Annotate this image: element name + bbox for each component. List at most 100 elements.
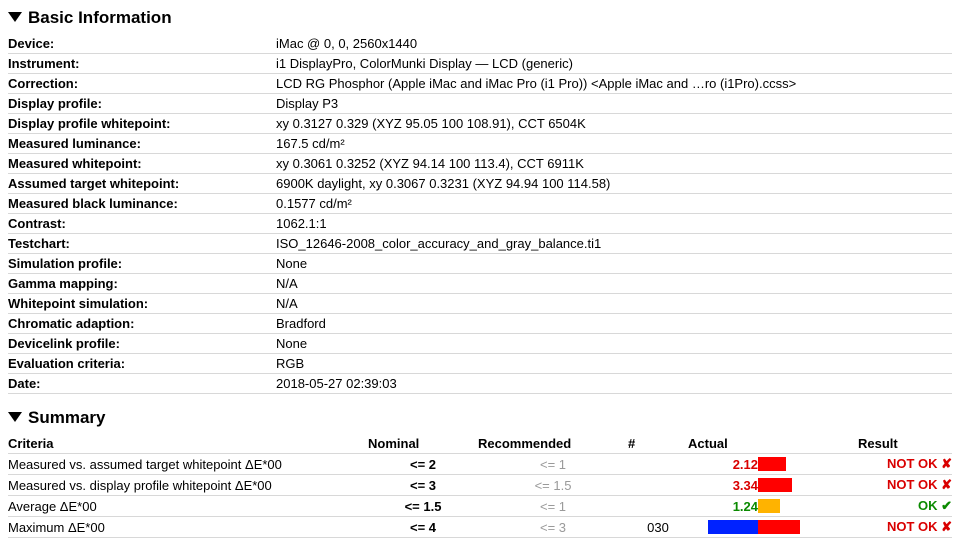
criteria-cell: Measured vs. assumed target whitepoint Δ…: [8, 454, 368, 475]
bar-segment: [708, 520, 758, 534]
bar-wrap: [758, 457, 858, 471]
summary-row: Measured vs. assumed target whitepoint Δ…: [8, 454, 952, 475]
nominal-cell: <= 1.5: [368, 496, 478, 517]
nominal-cell: <= 3: [368, 475, 478, 496]
bar-cell: [758, 475, 858, 496]
info-row: Instrument:i1 DisplayPro, ColorMunki Dis…: [8, 54, 952, 74]
info-value: Bradford: [276, 314, 952, 334]
result-cell: NOT OK ✘: [858, 517, 952, 538]
info-row: Measured black luminance:0.1577 cd/m²: [8, 194, 952, 214]
disclosure-triangle-icon: [8, 412, 22, 422]
info-key: Whitepoint simulation:: [8, 294, 276, 314]
summary-row: Maximum ΔE*00<= 4<= 30304.74NOT OK ✘: [8, 517, 952, 538]
actual-cell: 2.12: [688, 454, 758, 475]
recommended-cell: <= 1: [478, 454, 628, 475]
info-key: Testchart:: [8, 234, 276, 254]
info-row: Measured luminance:167.5 cd/m²: [8, 134, 952, 154]
col-actual: Actual: [688, 434, 758, 454]
info-value: LCD RG Phosphor (Apple iMac and iMac Pro…: [276, 74, 952, 94]
info-row: Display profile:Display P3: [8, 94, 952, 114]
bar-wrap: [758, 499, 858, 513]
info-value: xy 0.3061 0.3252 (XYZ 94.14 100 113.4), …: [276, 154, 952, 174]
info-key: Instrument:: [8, 54, 276, 74]
info-key: Gamma mapping:: [8, 274, 276, 294]
info-row: Date:2018-05-27 02:39:03: [8, 374, 952, 394]
info-key: Contrast:: [8, 214, 276, 234]
info-key: Display profile whitepoint:: [8, 114, 276, 134]
section-summary[interactable]: Summary: [8, 408, 952, 428]
info-key: Date:: [8, 374, 276, 394]
basic-info-table: Device:iMac @ 0, 0, 2560x1440Instrument:…: [8, 34, 952, 394]
recommended-cell: <= 1: [478, 496, 628, 517]
criteria-cell: Average ΔE*00: [8, 496, 368, 517]
actual-cell: 1.24: [688, 496, 758, 517]
col-recommended: Recommended: [478, 434, 628, 454]
info-value: 1062.1:1: [276, 214, 952, 234]
bar-segment: [758, 478, 792, 492]
hash-cell: [628, 475, 688, 496]
info-row: Display profile whitepoint:xy 0.3127 0.3…: [8, 114, 952, 134]
summary-row: Average ΔE*00<= 1.5<= 1 1.24 OK ✔: [8, 496, 952, 517]
criteria-cell: Measured vs. display profile whitepoint …: [8, 475, 368, 496]
info-value: Display P3: [276, 94, 952, 114]
info-key: Correction:: [8, 74, 276, 94]
info-key: Assumed target whitepoint:: [8, 174, 276, 194]
section-title: Basic Information: [28, 8, 172, 28]
col-nominal: Nominal: [368, 434, 478, 454]
summary-table: Criteria Nominal Recommended # Actual Re…: [8, 434, 952, 538]
info-value: RGB: [276, 354, 952, 374]
nominal-cell: <= 2: [368, 454, 478, 475]
info-value: ISO_12646-2008_color_accuracy_and_gray_b…: [276, 234, 952, 254]
info-value: 0.1577 cd/m²: [276, 194, 952, 214]
info-key: Measured luminance:: [8, 134, 276, 154]
bar-wrap: [758, 520, 858, 534]
info-key: Measured whitepoint:: [8, 154, 276, 174]
hash-cell: 030: [628, 517, 688, 538]
col-bar: [758, 434, 858, 454]
recommended-cell: <= 3: [478, 517, 628, 538]
info-value: N/A: [276, 274, 952, 294]
info-value: 6900K daylight, xy 0.3067 0.3231 (XYZ 94…: [276, 174, 952, 194]
col-criteria: Criteria: [8, 434, 368, 454]
info-value: xy 0.3127 0.329 (XYZ 95.05 100 108.91), …: [276, 114, 952, 134]
info-key: Simulation profile:: [8, 254, 276, 274]
info-row: Measured whitepoint:xy 0.3061 0.3252 (XY…: [8, 154, 952, 174]
result-cell: NOT OK ✘: [858, 454, 952, 475]
criteria-cell: Maximum ΔE*00: [8, 517, 368, 538]
result-cell: NOT OK ✘: [858, 475, 952, 496]
info-key: Device:: [8, 34, 276, 54]
info-row: Gamma mapping:N/A: [8, 274, 952, 294]
info-row: Correction:LCD RG Phosphor (Apple iMac a…: [8, 74, 952, 94]
section-title: Summary: [28, 408, 105, 428]
info-row: Simulation profile:None: [8, 254, 952, 274]
bar-cell: [758, 454, 858, 475]
bar-cell: [758, 496, 858, 517]
info-row: Testchart:ISO_12646-2008_color_accuracy_…: [8, 234, 952, 254]
info-value: None: [276, 254, 952, 274]
info-row: Devicelink profile:None: [8, 334, 952, 354]
info-row: Chromatic adaption:Bradford: [8, 314, 952, 334]
actual-cell: 3.34: [688, 475, 758, 496]
info-value: iMac @ 0, 0, 2560x1440: [276, 34, 952, 54]
bar-segment: [758, 457, 786, 471]
info-row: Device:iMac @ 0, 0, 2560x1440: [8, 34, 952, 54]
hash-cell: [628, 496, 688, 517]
hash-cell: [628, 454, 688, 475]
info-value: 2018-05-27 02:39:03: [276, 374, 952, 394]
info-row: Evaluation criteria:RGB: [8, 354, 952, 374]
info-key: Devicelink profile:: [8, 334, 276, 354]
recommended-cell: <= 1.5: [478, 475, 628, 496]
bar-segment: [758, 499, 780, 513]
info-row: Contrast:1062.1:1: [8, 214, 952, 234]
info-value: i1 DisplayPro, ColorMunki Display — LCD …: [276, 54, 952, 74]
result-cell: OK ✔: [858, 496, 952, 517]
info-key: Evaluation criteria:: [8, 354, 276, 374]
bar-cell: [758, 517, 858, 538]
section-basic-information[interactable]: Basic Information: [8, 8, 952, 28]
info-value: None: [276, 334, 952, 354]
disclosure-triangle-icon: [8, 12, 22, 22]
col-hash: #: [628, 434, 688, 454]
info-row: Assumed target whitepoint:6900K daylight…: [8, 174, 952, 194]
nominal-cell: <= 4: [368, 517, 478, 538]
info-key: Measured black luminance:: [8, 194, 276, 214]
